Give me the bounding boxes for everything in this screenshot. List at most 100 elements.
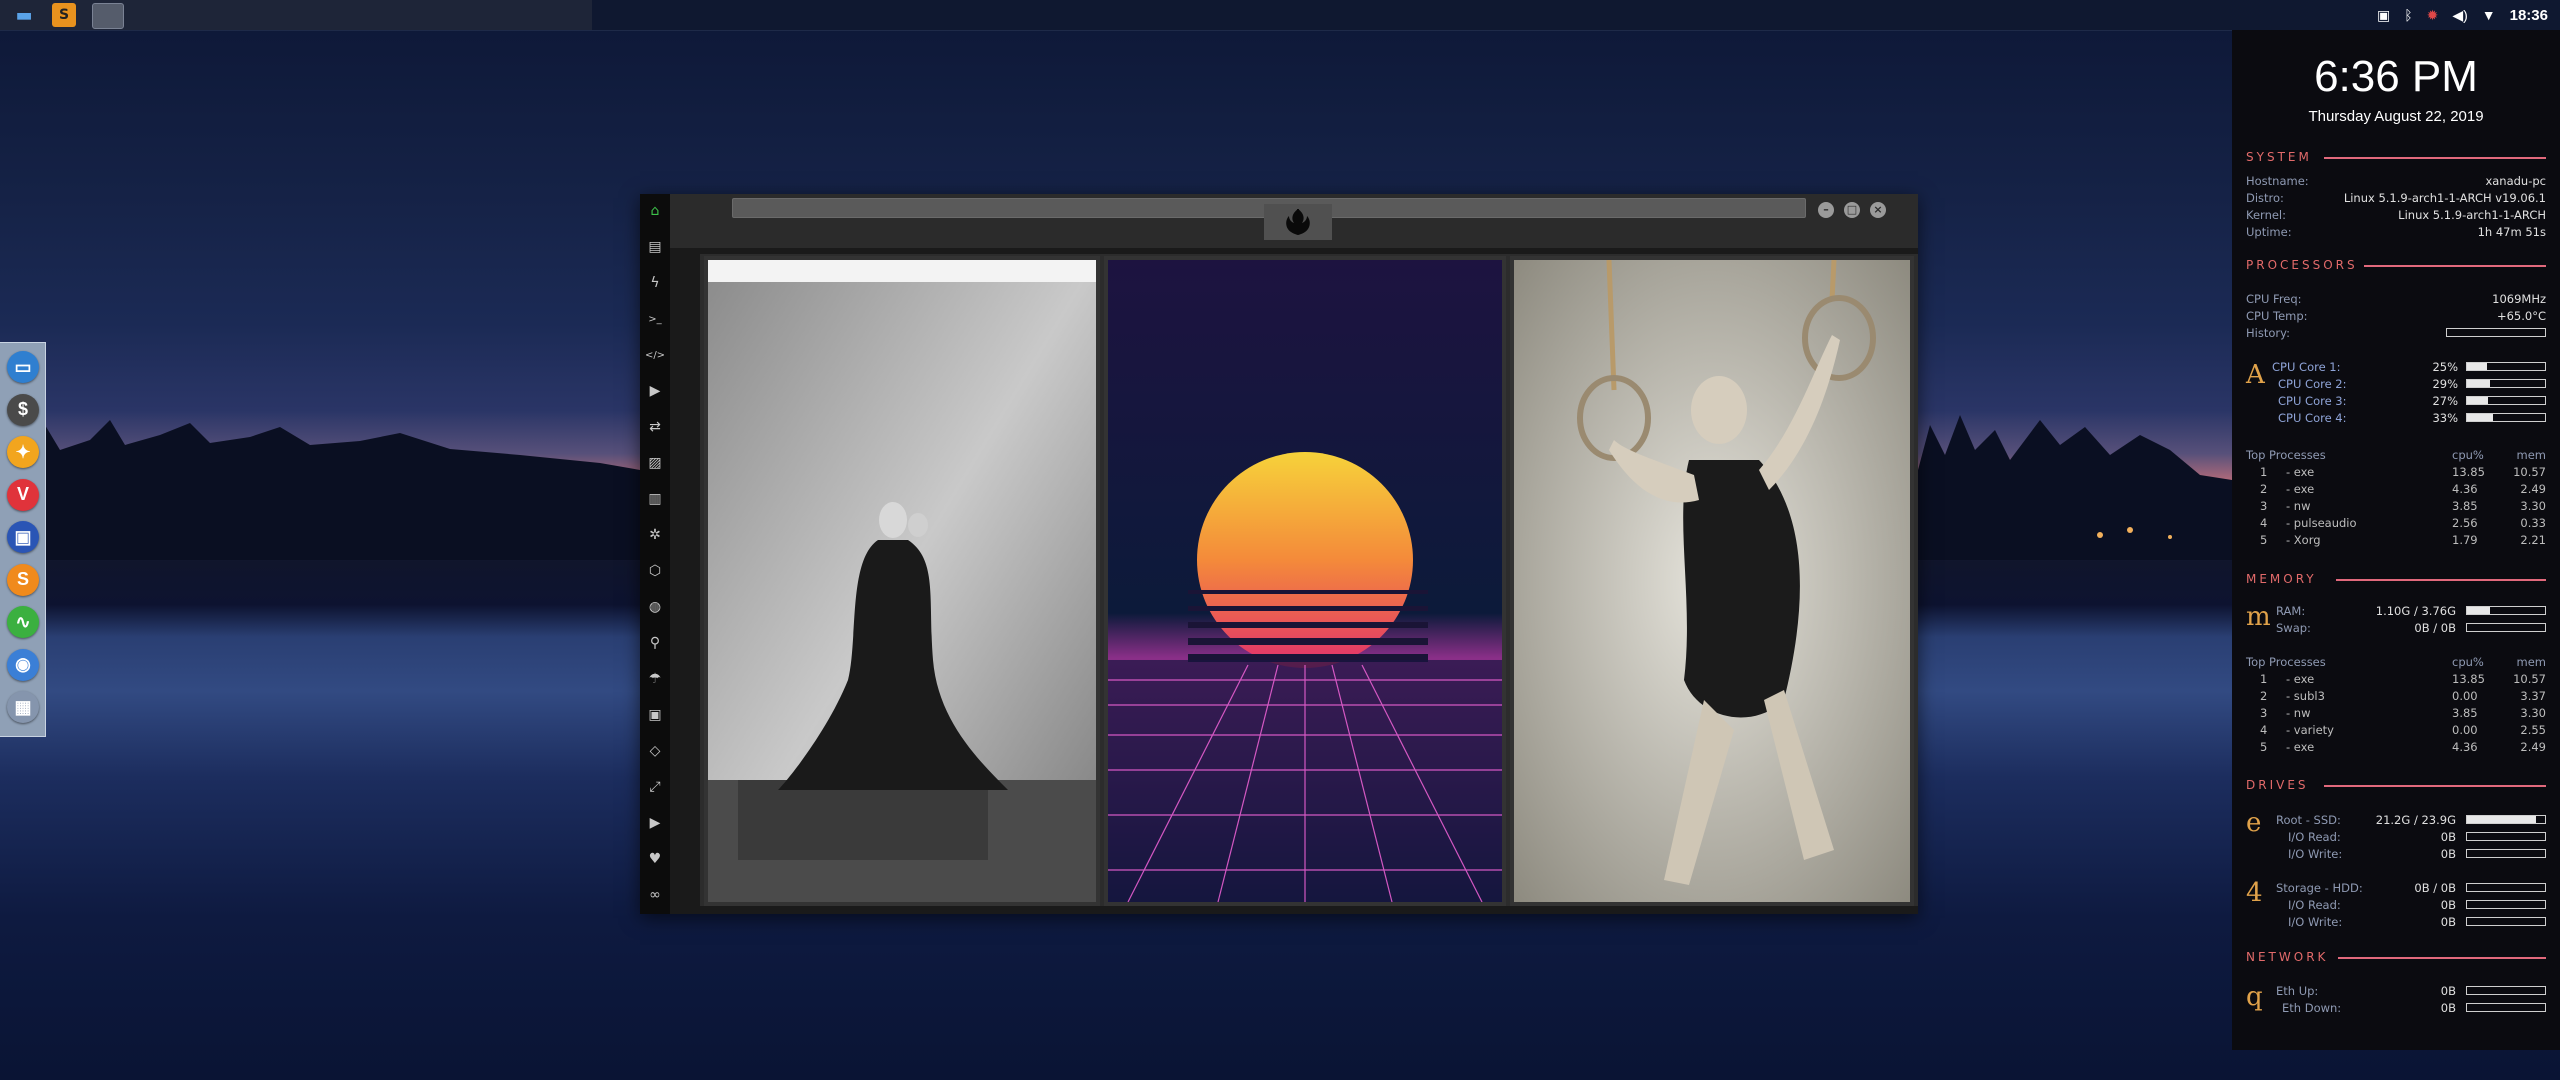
process-cpu: 4.36: [2452, 482, 2478, 496]
vivaldi-icon[interactable]: V: [7, 478, 39, 511]
bluetooth-icon[interactable]: ᛒ: [2404, 7, 2412, 23]
grid-icon[interactable]: ▦: [7, 691, 39, 723]
storage-drive-row: Storage - HDD: 0B / 0B: [2276, 881, 2546, 897]
memory-letter: m: [2246, 602, 2271, 632]
image-panel-synthwave[interactable]: [1104, 256, 1506, 906]
process-cpu: 4.36: [2452, 740, 2478, 754]
cpu-top-header: Top Processes cpu% mem: [2246, 448, 2546, 462]
process-row: 3 - nw 3.85 3.30: [2246, 499, 2546, 515]
terminal-icon[interactable]: $: [7, 393, 39, 426]
cpu-core-bar-fill: [2467, 414, 2493, 421]
cpu-history-graph: [2446, 328, 2546, 337]
image-icon[interactable]: ▨: [646, 454, 664, 472]
image-panel-gymnast[interactable]: [1510, 256, 1914, 906]
network-divider: [2338, 957, 2546, 959]
process-mem: 10.57: [2513, 465, 2546, 479]
memory-divider: [2336, 579, 2546, 581]
bolt-icon[interactable]: ϟ: [646, 274, 664, 292]
cpu-core-bar-fill: [2467, 397, 2489, 404]
process-rank: 1: [2260, 672, 2268, 686]
system-heading: SYSTEM: [2246, 150, 2312, 164]
panel-clock[interactable]: 18:36: [2510, 7, 2548, 24]
atom-icon[interactable]: ✲: [646, 526, 664, 544]
search-icon[interactable]: ⚲: [646, 634, 664, 652]
window-titlebar[interactable]: – □ ×: [670, 194, 1918, 248]
rebel-alliance-logo[interactable]: [1264, 204, 1332, 240]
cpu-core-row: CPU Core 3: 27%: [2278, 394, 2546, 410]
processors-heading: PROCESSORS: [2246, 258, 2358, 272]
maximize-button[interactable]: □: [1844, 202, 1860, 218]
conky-panel: 6:36 PM Thursday August 22, 2019 SYSTEM …: [2232, 30, 2560, 1050]
cpu-core-value: 27%: [2432, 394, 2458, 408]
process-rank: 3: [2260, 499, 2268, 513]
rebel-alliance-icon: [1286, 209, 1310, 235]
process-mem: 3.30: [2520, 499, 2546, 513]
process-row: 4 - pulseaudio 2.56 0.33: [2246, 516, 2546, 532]
system-tray: ▣ ᛒ ✹ ◀) ▼ 18:36: [2377, 0, 2548, 30]
cpu-core-bar-fill: [2467, 380, 2490, 387]
code-icon[interactable]: </>: [645, 346, 665, 364]
diamond-icon[interactable]: ◇: [646, 742, 664, 760]
contact-icon[interactable]: ▣: [646, 706, 664, 724]
chrome-icon[interactable]: ◉: [7, 648, 39, 681]
process-rank: 4: [2260, 723, 2268, 737]
translate-icon[interactable]: ⇄: [646, 418, 664, 436]
close-button[interactable]: ×: [1870, 202, 1886, 218]
sublime-icon[interactable]: S: [7, 563, 39, 596]
cpu-core-label: CPU Core 1:: [2272, 360, 2341, 374]
document-icon[interactable]: ▤: [646, 238, 664, 256]
files-icon[interactable]: ▭: [7, 351, 39, 383]
sublime-icon[interactable]: S: [52, 3, 76, 27]
minimize-button[interactable]: –: [1818, 202, 1834, 218]
mem-top-header: Top Processes cpu% mem: [2246, 655, 2546, 669]
cpu-history-row: History:: [2246, 326, 2546, 342]
drives-divider: [2324, 785, 2546, 787]
process-name: - exe: [2286, 740, 2315, 754]
update-icon[interactable]: ✹: [2427, 7, 2439, 24]
app-icon[interactable]: [92, 3, 124, 29]
process-rank: 2: [2260, 689, 2268, 703]
umbrella-icon[interactable]: ☂: [646, 670, 664, 688]
terminal-icon[interactable]: >_: [646, 310, 664, 328]
volume-icon[interactable]: ◀): [2452, 7, 2467, 24]
cpu-core-label: CPU Core 2:: [2278, 377, 2347, 391]
process-row: 2 - exe 4.36 2.49: [2246, 482, 2546, 498]
globe-icon[interactable]: ◍: [646, 598, 664, 616]
dock: ▭ $ ✦ V ▣ S ∿ ◉ ▦: [0, 342, 46, 737]
storage-write-row: I/O Write: 0B: [2288, 915, 2546, 931]
image-panel-portrait[interactable]: [704, 256, 1100, 906]
hexagon-icon[interactable]: ⬡: [646, 562, 664, 580]
play-icon[interactable]: ▶: [646, 382, 664, 400]
root-read-row: I/O Read: 0B: [2288, 830, 2546, 846]
news-icon[interactable]: ▥: [646, 490, 664, 508]
process-rank: 4: [2260, 516, 2268, 530]
process-name: - nw: [2286, 706, 2311, 720]
lan-icon[interactable]: ✦: [7, 436, 39, 468]
ram-bar-fill: [2467, 607, 2490, 614]
processors-letter: A: [2246, 360, 2265, 390]
process-cpu: 1.79: [2452, 533, 2478, 547]
cpu-core-label: CPU Core 4:: [2278, 411, 2347, 425]
process-cpu: 2.56: [2452, 516, 2478, 530]
process-rank: 5: [2260, 740, 2268, 754]
screen-icon[interactable]: ▣: [7, 521, 39, 553]
process-rank: 3: [2260, 706, 2268, 720]
cpu-core-value: 33%: [2432, 411, 2458, 425]
home-icon[interactable]: ⌂: [646, 202, 664, 220]
system-monitor-icon[interactable]: ∿: [7, 606, 39, 638]
screenshot-icon[interactable]: ▣: [2377, 7, 2390, 24]
synthwave-image: [1108, 260, 1502, 902]
infinity-icon[interactable]: ∞: [646, 886, 664, 904]
folder-icon[interactable]: ▬: [12, 3, 36, 27]
heart-icon[interactable]: ♥: [646, 850, 664, 868]
wifi-icon[interactable]: ▼: [2482, 7, 2496, 23]
eth-down-row: Eth Down: 0B: [2276, 1001, 2546, 1017]
network-letter: q: [2246, 982, 2263, 1012]
process-row: 4 - variety 0.00 2.55: [2246, 723, 2546, 739]
cpu-core-label: CPU Core 3:: [2278, 394, 2347, 408]
drives-root-letter: e: [2246, 808, 2262, 838]
expand-icon[interactable]: ⤢: [646, 778, 664, 796]
youtube-icon[interactable]: ▶: [646, 814, 664, 832]
process-mem: 10.57: [2513, 672, 2546, 686]
system-row-kernel: Kernel: Linux 5.1.9-arch1-1-ARCH: [2246, 208, 2546, 222]
